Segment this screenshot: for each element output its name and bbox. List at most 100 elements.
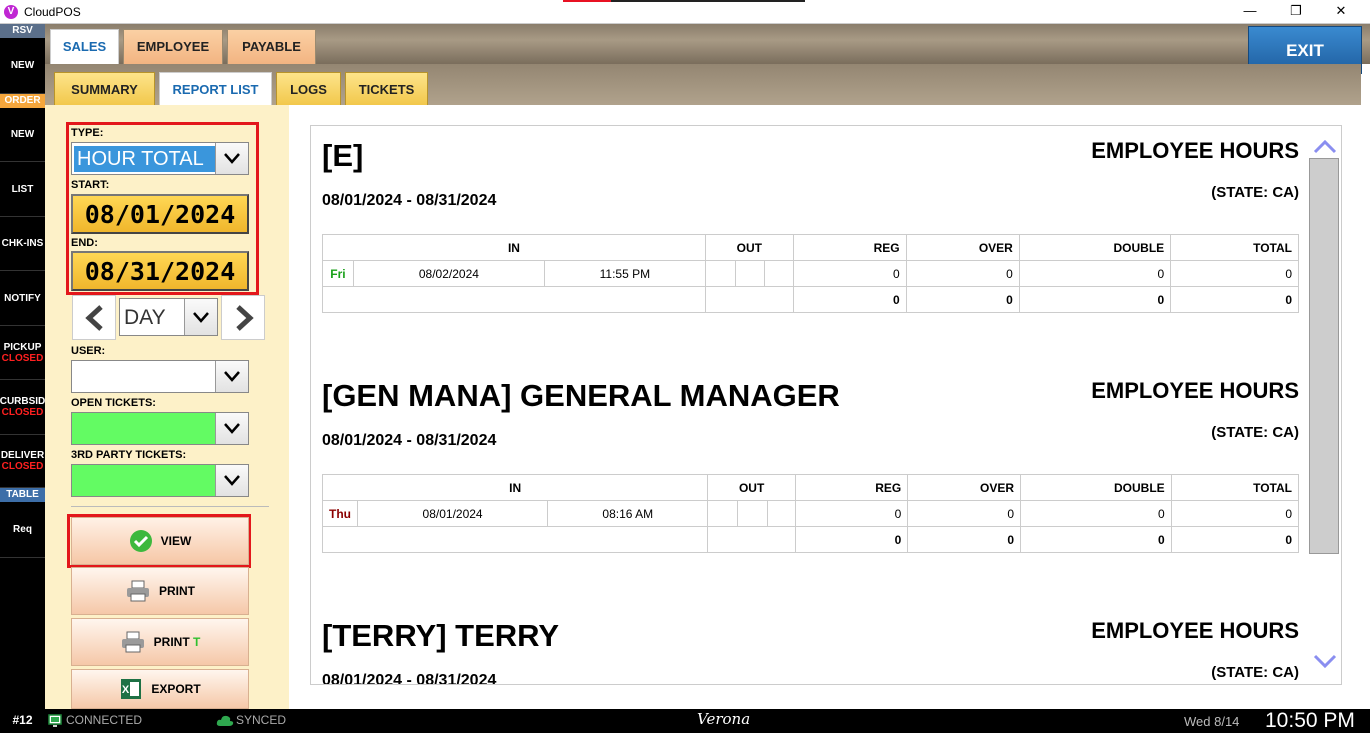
- print-t-prefix: PRINT: [153, 635, 193, 649]
- pickup-button[interactable]: PICKUP CLOSED: [0, 326, 45, 380]
- type-value: HOUR TOTAL: [74, 146, 215, 172]
- totals-out-spacer: [707, 526, 796, 553]
- day-cell: Fri: [322, 260, 354, 287]
- col-out: OUT: [707, 474, 796, 501]
- curbside-button[interactable]: CURBSID CLOSED: [0, 380, 45, 435]
- start-date-button[interactable]: 08/01/2024: [71, 194, 249, 234]
- date-range: 08/01/2024 - 08/31/2024: [322, 432, 497, 449]
- state-label: (STATE: CA): [1211, 424, 1299, 441]
- table-header: TABLE: [0, 488, 45, 502]
- print-t-label: PRINT T: [154, 635, 201, 649]
- period-dropdown[interactable]: DAY: [119, 298, 218, 336]
- tab-payable[interactable]: PAYABLE: [227, 29, 316, 64]
- totals-spacer: [321, 526, 709, 553]
- out-day-cell: [704, 260, 737, 287]
- tab-summary[interactable]: SUMMARY: [54, 72, 155, 105]
- col-out: OUT: [704, 234, 794, 261]
- next-period-button[interactable]: [221, 295, 265, 340]
- chevron-down-icon[interactable]: [215, 361, 248, 392]
- app-logo-icon: V: [4, 5, 18, 19]
- totals-row: 0 0 0 0: [321, 526, 1300, 553]
- chevron-down-icon[interactable]: [215, 465, 248, 496]
- scroll-down-icon[interactable]: [1313, 654, 1337, 670]
- employee-name: [TERRY] TERRY: [322, 618, 560, 653]
- open-tickets-label: OPEN TICKETS:: [71, 397, 156, 409]
- col-total: TOTAL: [1170, 234, 1299, 261]
- reg-total: 0: [794, 526, 909, 553]
- period-value: DAY: [124, 306, 166, 329]
- new-reservation-button[interactable]: NEW: [0, 38, 45, 94]
- tab-tickets[interactable]: TICKETS: [345, 72, 428, 105]
- export-label: EXPORT: [151, 682, 201, 696]
- total-cell: 0: [1170, 500, 1300, 527]
- chevron-down-icon[interactable]: [215, 143, 248, 174]
- hours-table: IN OUT REG OVER DOUBLE TOTAL Fri 08/02/2…: [322, 234, 1299, 313]
- print-button[interactable]: PRINT: [71, 567, 249, 615]
- scrollbar-thumb[interactable]: [1309, 158, 1339, 554]
- table-row: Fri 08/02/2024 11:55 PM 0 0 0 0: [322, 260, 1299, 287]
- print-label: PRINT: [159, 584, 195, 598]
- terminal-id: #12: [12, 713, 33, 727]
- notify-button[interactable]: NOTIFY: [0, 271, 45, 326]
- user-label: USER:: [71, 345, 106, 357]
- svg-text:X: X: [122, 684, 130, 696]
- end-label: END:: [71, 237, 98, 249]
- previous-period-button[interactable]: [72, 295, 116, 340]
- chevron-down-icon[interactable]: [184, 299, 217, 335]
- export-button[interactable]: X EXPORT: [71, 669, 249, 709]
- type-dropdown[interactable]: HOUR TOTAL: [71, 142, 249, 175]
- open-tickets-dropdown[interactable]: [71, 412, 249, 445]
- order-list-button[interactable]: LIST: [0, 162, 45, 217]
- view-button[interactable]: VIEW: [71, 517, 249, 565]
- minimize-button[interactable]: —: [1227, 0, 1273, 24]
- tab-employee[interactable]: EMPLOYEE: [123, 29, 223, 64]
- chevron-left-icon: [85, 305, 103, 331]
- table-header-row: IN OUT REG OVER DOUBLE TOTAL: [321, 474, 1300, 501]
- check-ins-button[interactable]: CHK-INS: [0, 217, 45, 271]
- out-date-cell: [737, 500, 768, 527]
- delivery-button[interactable]: DELIVER CLOSED: [0, 435, 45, 488]
- double-cell: 0: [1018, 260, 1172, 287]
- col-double: DOUBLE: [1018, 234, 1172, 261]
- left-sidebar: RSV NEW ORDER NEW LIST CHK-INS NOTIFY PI…: [0, 24, 45, 709]
- new-order-button[interactable]: NEW: [0, 108, 45, 162]
- status-time: 10:50 PM: [1265, 709, 1355, 732]
- third-party-tickets-label: 3RD PARTY TICKETS:: [71, 449, 187, 461]
- tab-report-list[interactable]: REPORT LIST: [159, 72, 272, 105]
- user-dropdown[interactable]: [71, 360, 249, 393]
- pickup-label: PICKUP: [3, 341, 42, 353]
- double-total: 0: [1018, 286, 1172, 313]
- check-ins-label: CHK-INS: [1, 238, 44, 249]
- request-button[interactable]: Req: [0, 502, 45, 558]
- close-window-button[interactable]: ✕: [1318, 0, 1364, 24]
- network-icon: [48, 714, 62, 727]
- report-title: EMPLOYEE HOURS: [1091, 618, 1299, 643]
- over-cell: 0: [905, 260, 1020, 287]
- sub-tab-bar: SUMMARY REPORT LIST LOGS TICKETS: [45, 64, 1361, 105]
- title-accent: [563, 0, 611, 2]
- chevron-down-icon[interactable]: [215, 413, 248, 444]
- totals-row: 0 0 0 0: [322, 286, 1299, 313]
- scroll-up-icon[interactable]: [1313, 138, 1337, 154]
- print-t-button[interactable]: PRINT T: [71, 618, 249, 666]
- totals-out-spacer: [704, 286, 794, 313]
- tab-sales[interactable]: SALES: [50, 29, 119, 64]
- day-cell: Thu: [322, 500, 358, 527]
- col-in: IN: [322, 234, 706, 261]
- end-date-button[interactable]: 08/31/2024: [71, 251, 249, 291]
- report-document[interactable]: [E] EMPLOYEE HOURS 08/01/2024 - 08/31/20…: [310, 125, 1342, 685]
- col-reg: REG: [792, 234, 907, 261]
- state-label: (STATE: CA): [1211, 664, 1299, 681]
- maximize-button[interactable]: ❐: [1273, 0, 1319, 24]
- tab-logs[interactable]: LOGS: [276, 72, 341, 105]
- delivery-label: DELIVER: [0, 450, 45, 461]
- pickup-status: CLOSED: [1, 352, 44, 364]
- out-time-cell: [764, 260, 794, 287]
- hours-table: IN OUT REG OVER DOUBLE TOTAL Thu 08/01/2…: [321, 474, 1300, 553]
- third-party-tickets-dropdown[interactable]: [71, 464, 249, 497]
- time-cell: 08:16 AM: [547, 500, 709, 527]
- panel-divider: [71, 506, 269, 507]
- status-bar: #12 CONNECTED SYNCED Verona Wed 8/14 10:…: [0, 709, 1370, 733]
- over-total: 0: [907, 526, 1021, 553]
- date-cell: 08/02/2024: [352, 260, 545, 287]
